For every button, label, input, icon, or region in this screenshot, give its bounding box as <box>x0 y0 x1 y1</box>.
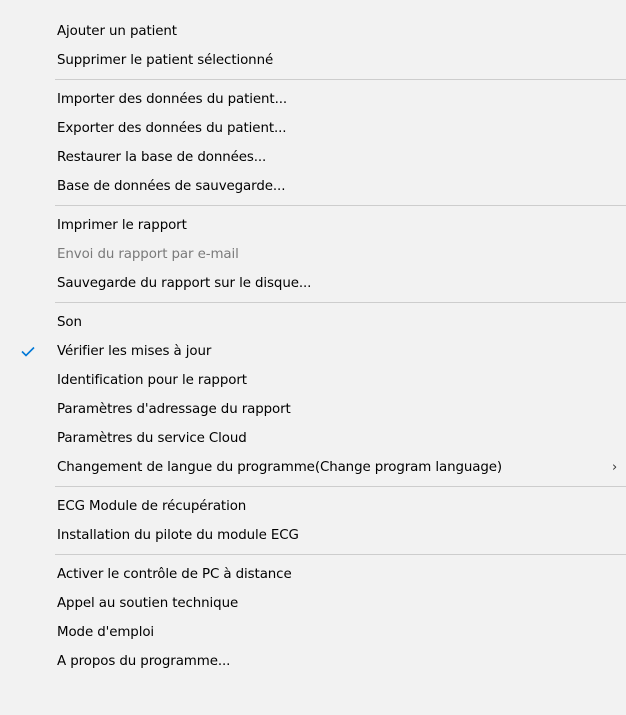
menu-item-label: Importer des données du patient... <box>57 92 288 107</box>
menu-item-label: Paramètres du service Cloud <box>57 431 247 446</box>
menu-item-4-1[interactable]: Installation du pilote du module ECG <box>0 521 626 550</box>
menu-item-label: Identification pour le rapport <box>57 373 247 388</box>
menu-item-label: Changement de langue du programme(Change… <box>57 460 503 475</box>
menu-item-1-0[interactable]: Importer des données du patient... <box>0 85 626 114</box>
menu-item-1-1[interactable]: Exporter des données du patient... <box>0 114 626 143</box>
menu-item-label: Vérifier les mises à jour <box>57 344 212 359</box>
menu-item-label: Son <box>57 315 82 330</box>
menu-item-label: Installation du pilote du module ECG <box>57 528 299 543</box>
menu-item-5-2[interactable]: Mode d'emploi <box>0 618 626 647</box>
menu-item-1-3[interactable]: Base de données de sauvegarde... <box>0 172 626 201</box>
menu-separator <box>55 486 626 487</box>
context-menu: Ajouter un patient Supprimer le patient s… <box>0 0 626 715</box>
menu-item-2-2[interactable]: Sauvegarde du rapport sur le disque... <box>0 269 626 298</box>
menu-item-5-3[interactable]: A propos du programme... <box>0 647 626 676</box>
menu-item-2-1: Envoi du rapport par e-mail <box>0 240 626 269</box>
menu-item-3-5[interactable]: Changement de langue du programme(Change… <box>0 453 626 482</box>
menu-item-label: Sauvegarde du rapport sur le disque... <box>57 276 312 291</box>
menu-item-3-1[interactable]: Vérifier les mises à jour <box>0 337 626 366</box>
menu-item-0-1[interactable]: Supprimer le patient sélectionné <box>0 46 626 75</box>
menu-item-5-0[interactable]: Activer le contrôle de PC à distance <box>0 560 626 589</box>
menu-item-label: Paramètres d'adressage du rapport <box>57 402 291 417</box>
menu-separator <box>55 79 626 80</box>
menu-item-label: Supprimer le patient sélectionné <box>57 53 274 68</box>
menu-item-label: Exporter des données du patient... <box>57 121 287 136</box>
menu-item-3-0[interactable]: Son <box>0 308 626 337</box>
menu-separator <box>55 554 626 555</box>
menu-separator <box>55 205 626 206</box>
menu-item-3-4[interactable]: Paramètres du service Cloud <box>0 424 626 453</box>
menu-item-0-0[interactable]: Ajouter un patient <box>0 17 626 46</box>
menu-item-2-0[interactable]: Imprimer le rapport <box>0 211 626 240</box>
menu-item-label: ECG Module de récupération <box>57 499 247 514</box>
menu-item-4-0[interactable]: ECG Module de récupération <box>0 492 626 521</box>
menu-item-label: Mode d'emploi <box>57 625 155 640</box>
menu-item-label: Base de données de sauvegarde... <box>57 179 286 194</box>
menu-item-label: Appel au soutien technique <box>57 596 239 611</box>
menu-item-label: Restaurer la base de données... <box>57 150 267 165</box>
chevron-right-icon: › <box>612 460 618 475</box>
menu-item-1-2[interactable]: Restaurer la base de données... <box>0 143 626 172</box>
menu-item-label: Imprimer le rapport <box>57 218 187 233</box>
menu-item-3-2[interactable]: Identification pour le rapport <box>0 366 626 395</box>
menu-item-label: Ajouter un patient <box>57 24 177 39</box>
menu-separator <box>55 302 626 303</box>
menu-item-label: Envoi du rapport par e-mail <box>57 247 239 262</box>
menu-item-3-3[interactable]: Paramètres d'adressage du rapport <box>0 395 626 424</box>
menu-item-label: Activer le contrôle de PC à distance <box>57 567 292 582</box>
menu-item-5-1[interactable]: Appel au soutien technique <box>0 589 626 618</box>
checkmark-icon <box>21 346 35 357</box>
menu-item-label: A propos du programme... <box>57 654 231 669</box>
